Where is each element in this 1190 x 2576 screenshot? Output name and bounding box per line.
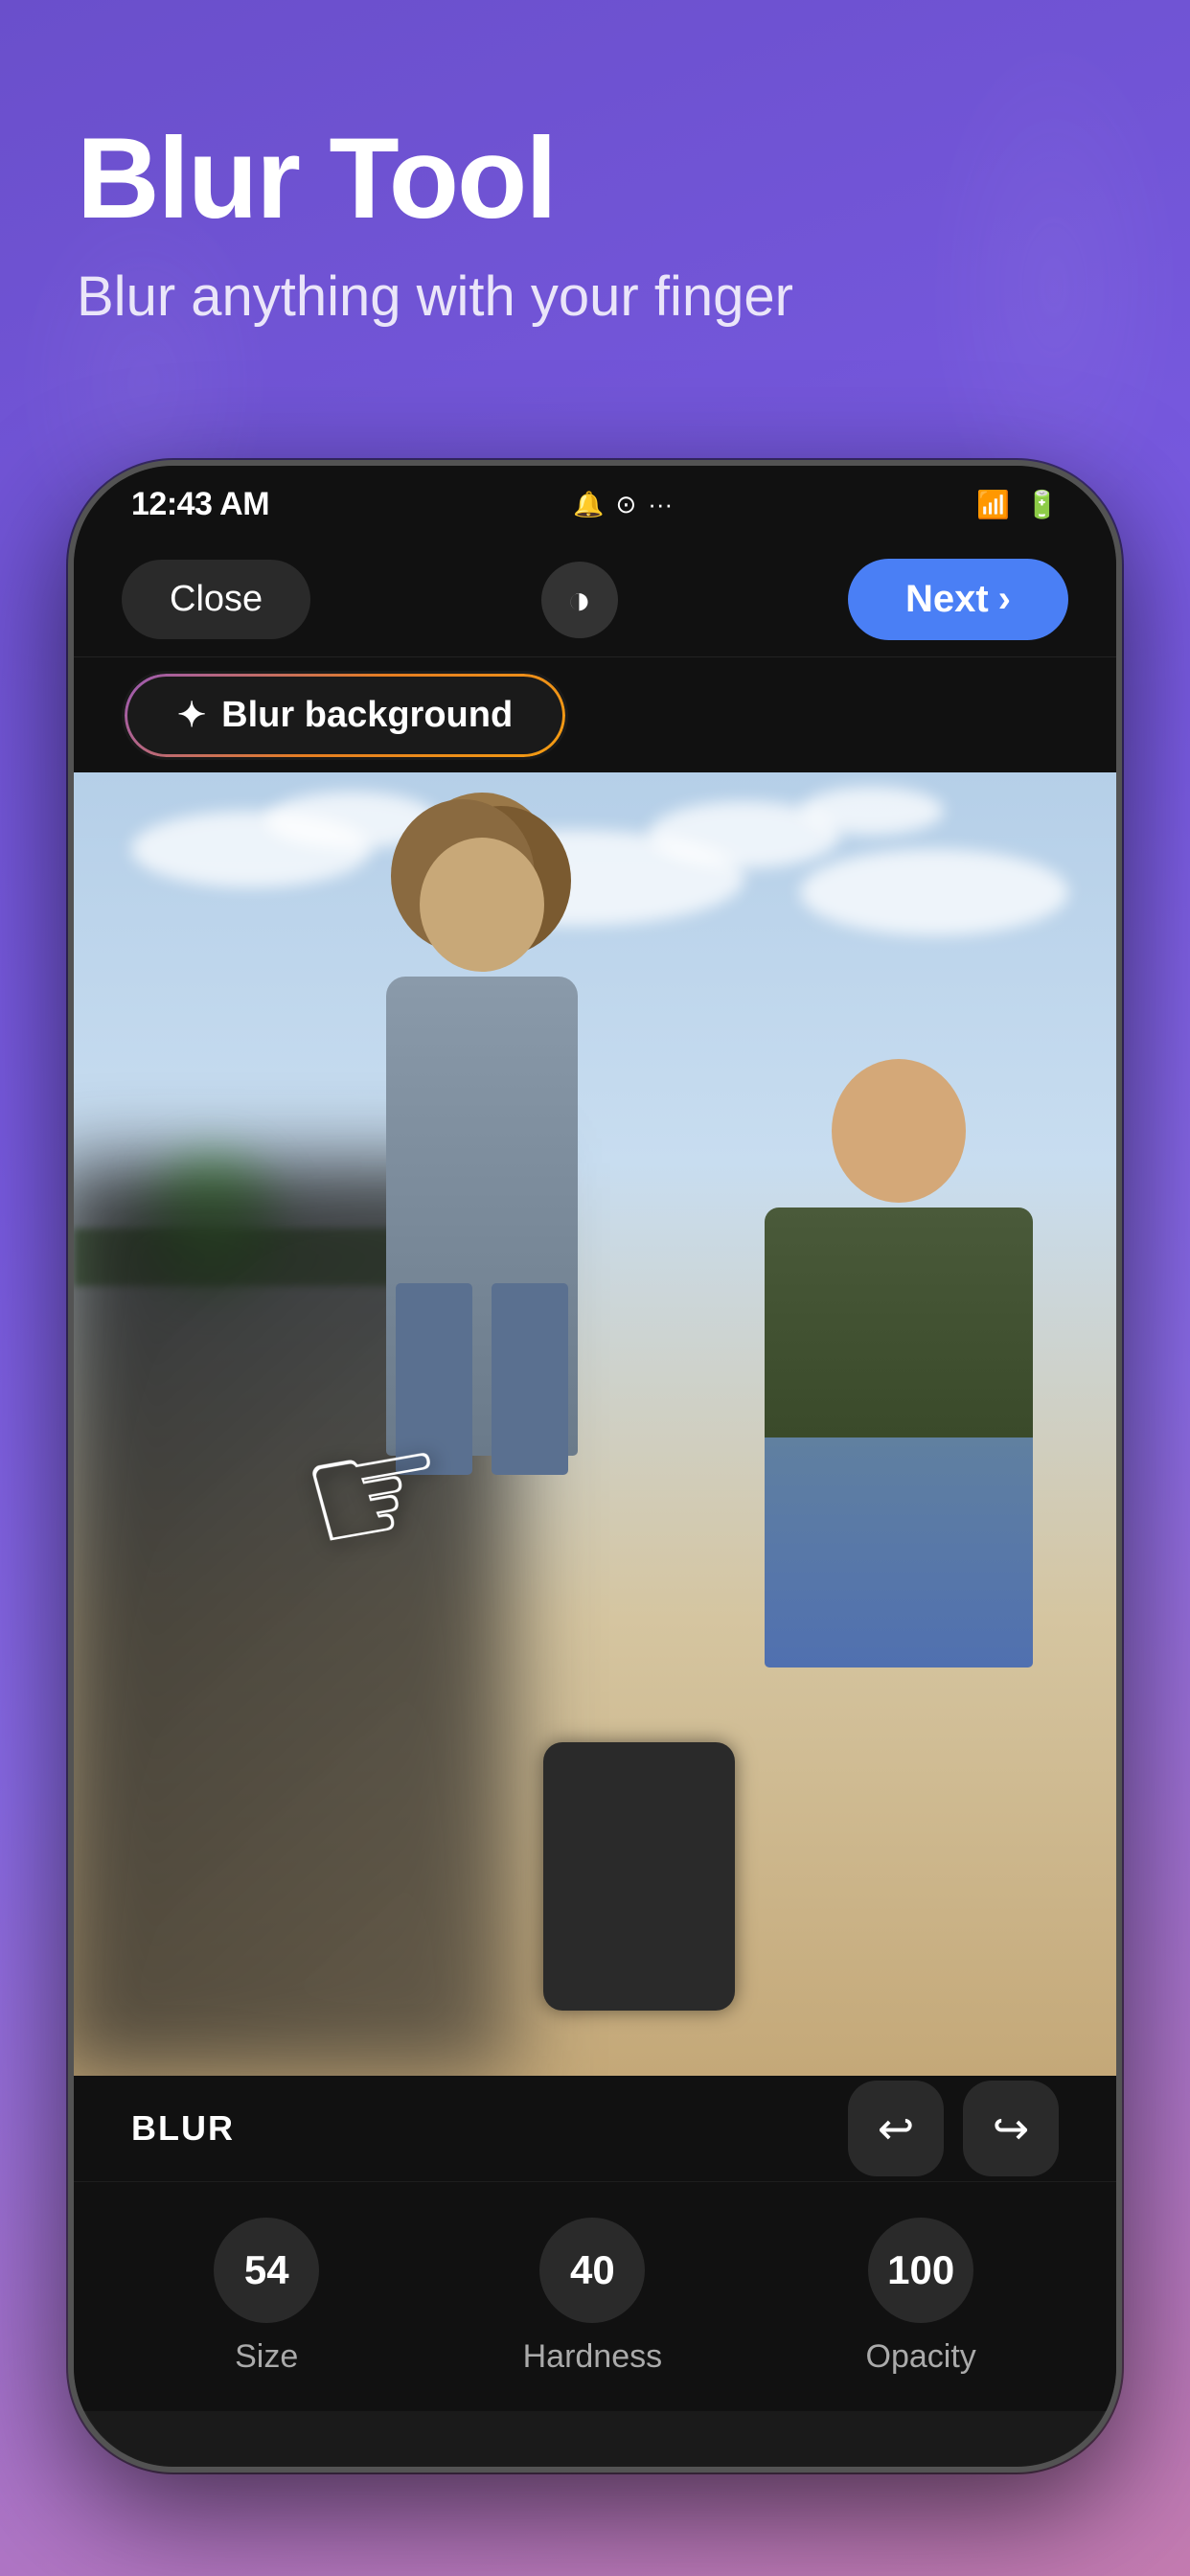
- app-logo: ◑: [541, 562, 618, 638]
- next-label: Next: [905, 578, 989, 621]
- slider-value-size: 54: [214, 2218, 319, 2323]
- person-right: [765, 1059, 1033, 1668]
- slider-value-opacity: 100: [868, 2218, 973, 2323]
- slider-name-size: Size: [235, 2338, 298, 2376]
- slider-item-hardness[interactable]: 40 Hardness: [523, 2218, 663, 2376]
- status-bar: 12:43 AM 🔔 ⊙ ··· 📶 🔋: [74, 466, 1116, 542]
- blur-mode-label: BLUR: [131, 2108, 235, 2149]
- person-left: [386, 838, 578, 1456]
- person-right-head: [832, 1059, 966, 1203]
- camera-icon: ⊙: [615, 490, 636, 519]
- redo-button[interactable]: ↪: [963, 2081, 1059, 2176]
- header-section: Blur Tool Blur anything with your finger: [77, 115, 1113, 333]
- close-button[interactable]: Close: [122, 560, 310, 639]
- phone-wrapper: 12:43 AM 🔔 ⊙ ··· 📶 🔋 Close ◑ Next ›: [68, 460, 1122, 2472]
- logo-icon: ◑: [567, 577, 591, 623]
- signal-icon: 📶: [976, 489, 1010, 520]
- top-bar: Close ◑ Next ›: [74, 542, 1116, 657]
- undo-button[interactable]: ↩: [848, 2081, 944, 2176]
- more-icon: ···: [648, 490, 673, 519]
- slider-name-hardness: Hardness: [523, 2338, 663, 2376]
- status-right-icons: 📶 🔋: [976, 489, 1059, 520]
- next-button[interactable]: Next ›: [848, 559, 1068, 640]
- slider-name-opacity: Opacity: [866, 2338, 976, 2376]
- next-arrow: ›: [998, 578, 1011, 621]
- bottom-bar: BLUR ↩ ↪: [74, 2076, 1116, 2181]
- sliders-area: 54 Size 40 Hardness 100 Opacity: [74, 2181, 1116, 2411]
- status-center-icons: 🔔 ⊙ ···: [573, 490, 673, 519]
- blur-background-button[interactable]: ✦ Blur background: [122, 671, 568, 760]
- toolbar-area: ✦ Blur background: [74, 657, 1116, 772]
- notification-icon: 🔔: [573, 490, 604, 519]
- slider-value-hardness: 40: [539, 2218, 645, 2323]
- photo-scene: ☞: [74, 772, 1116, 2076]
- backpack: [543, 1742, 735, 2011]
- phone-frame: 12:43 AM 🔔 ⊙ ··· 📶 🔋 Close ◑ Next ›: [68, 460, 1122, 2472]
- battery-icon: 🔋: [1025, 489, 1059, 520]
- blur-bg-label: Blur background: [221, 695, 513, 736]
- action-buttons: ↩ ↪: [848, 2081, 1059, 2176]
- app-subtitle: Blur anything with your finger: [77, 261, 1113, 333]
- sparkle-icon: ✦: [177, 695, 206, 735]
- app-title: Blur Tool: [77, 115, 1113, 242]
- person-left-body: [386, 977, 578, 1456]
- person-right-body: [765, 1208, 1033, 1668]
- image-area[interactable]: ☞: [74, 772, 1116, 2076]
- slider-item-size[interactable]: 54 Size: [214, 2218, 319, 2376]
- slider-item-opacity[interactable]: 100 Opacity: [866, 2218, 976, 2376]
- person-left-head: [420, 838, 544, 972]
- cloud-6: [800, 787, 944, 835]
- cloud-5: [800, 849, 1068, 935]
- status-time: 12:43 AM: [131, 486, 269, 523]
